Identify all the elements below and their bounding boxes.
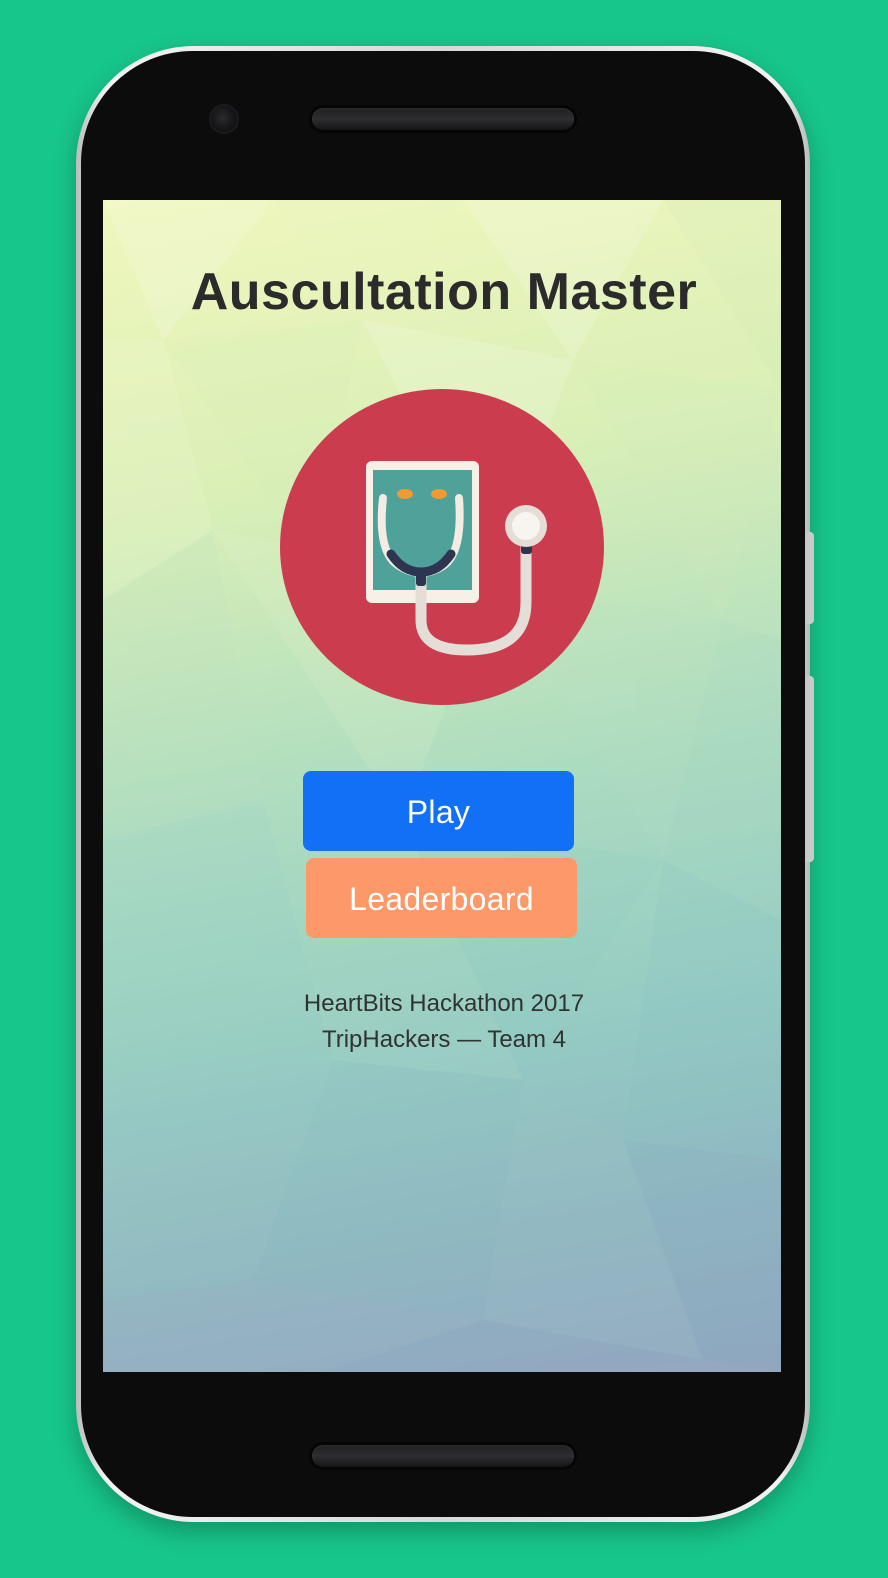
stethoscope-tablet-icon [280, 389, 604, 705]
leaderboard-button[interactable]: Leaderboard [306, 858, 577, 938]
play-button[interactable]: Play [303, 771, 574, 851]
stethoscope-logo [279, 388, 605, 706]
app-title: Auscultation Master [190, 263, 698, 321]
front-camera [211, 106, 237, 132]
bottom-speaker [312, 1445, 574, 1467]
credits-team: TripHackers — Team 4 [321, 1026, 567, 1053]
credits-event: HeartBits Hackathon 2017 [303, 990, 585, 1017]
power-button [806, 532, 814, 624]
volume-button [806, 676, 814, 862]
stage: Auscultation Master Play Leaderboard Hea… [0, 0, 888, 1578]
top-speaker [312, 108, 574, 130]
